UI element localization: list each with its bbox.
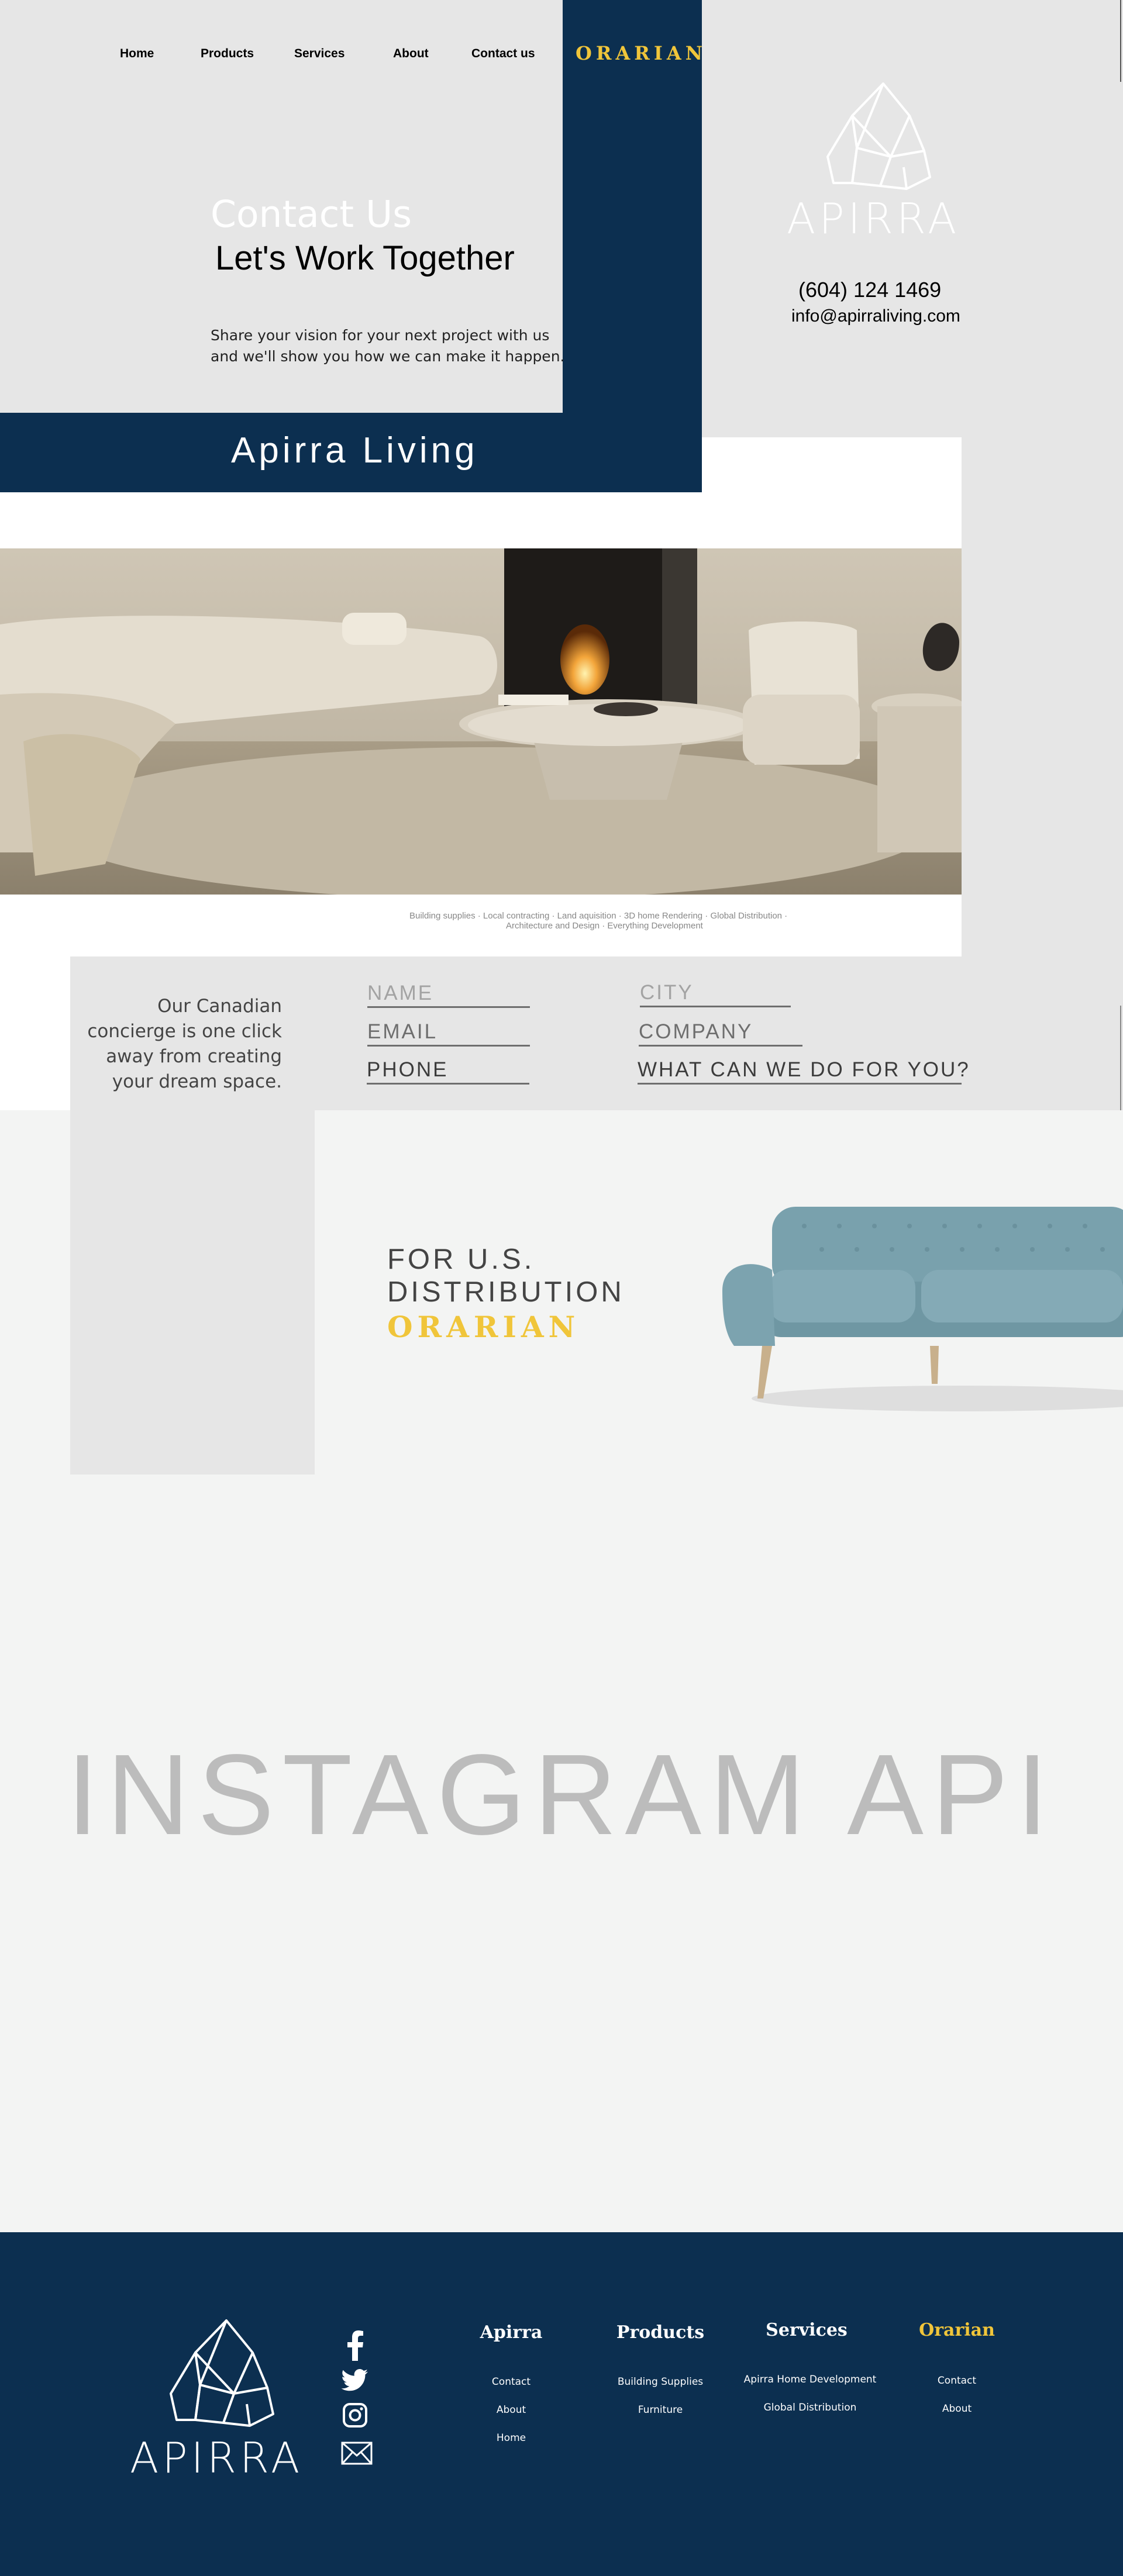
nav-contact-link[interactable]: Contact us [471,47,535,61]
footer-link-home-development[interactable]: Apirra Home Development [744,2374,877,2385]
hero-eyebrow: Contact Us [211,193,412,236]
footer-heading-orarian: Orarian [919,2320,995,2340]
footer-link-orarian-contact[interactable]: Contact [938,2375,976,2387]
nav-products-link[interactable]: Products [201,47,254,61]
hero-subtitle-2: and we'll show you how we can make it ha… [211,348,565,365]
footer-heading-services: Services [766,2320,848,2340]
footer-link-apirra-home[interactable]: Home [497,2432,526,2444]
footer-link-building-supplies[interactable]: Building Supplies [618,2376,703,2388]
band-title: Apirra Living [231,430,478,471]
gray-sidebar-block [70,1110,315,1475]
distribution-line-2: DISTRIBUTION [387,1276,625,1308]
hero-subtitle-1: Share your vision for your next project … [211,327,550,344]
footer-heading-products: Products [616,2322,705,2343]
nav-home-link[interactable]: Home [120,47,154,61]
top-divider [1120,0,1121,82]
footer-logo[interactable]: APIRRA [130,2318,299,2487]
white-panel-bottom [0,895,962,956]
email-field[interactable]: EMAIL [367,1020,530,1047]
concierge-line-4: your dream space. [112,1071,282,1092]
footer-link-apirra-contact[interactable]: Contact [492,2376,531,2388]
hero-title: Let's Work Together [215,239,515,277]
distribution-line-1: FOR U.S. [387,1244,535,1275]
concierge-line-1: Our Canadian [157,996,282,1017]
concierge-line-3: away from creating [106,1046,282,1067]
living-room-photo [0,548,962,895]
footer-heading-apirra: Apirra [480,2322,543,2343]
concierge-text: Our Canadian concierge is one click away… [70,994,282,1094]
footer-link-global-distribution[interactable]: Global Distribution [764,2402,857,2413]
site-footer: APIRRA Apirra Contact About Home Product… [0,2232,1123,2576]
mail-icon[interactable] [341,2442,373,2465]
city-field[interactable]: CITY [640,981,791,1007]
nav-orarian-brand[interactable]: ORARIAN [576,42,707,64]
living-room-illustration [0,548,962,895]
footer-link-furniture[interactable]: Furniture [638,2404,683,2416]
instagram-feed-placeholder: INSTAGRAM API [66,1731,1057,1859]
white-left-strip [0,956,70,1110]
footer-link-orarian-about[interactable]: About [942,2403,972,2415]
twitter-icon[interactable] [341,2369,368,2391]
contact-email[interactable]: info@apirraliving.com [791,306,960,326]
instagram-icon[interactable] [343,2403,367,2427]
contact-phone[interactable]: (604) 124 1469 [798,278,941,302]
right-edge-marker [1120,1006,1121,1117]
company-field[interactable]: COMPANY [639,1020,802,1047]
white-panel-left [0,492,962,548]
sofa-photo [716,1200,1123,1421]
footer-link-apirra-about[interactable]: About [497,2404,526,2416]
nav-about-link[interactable]: About [393,47,429,61]
services-caption-1: Building supplies · Local contracting · … [409,911,788,921]
apirra-logo[interactable]: APIRRA [787,81,956,244]
blue-sofa-illustration [722,1207,1123,1411]
crystal-logo-icon [826,82,931,190]
facebook-icon[interactable] [346,2330,364,2361]
distribution-brand[interactable]: ORARIAN [387,1310,580,1344]
phone-field[interactable]: PHONE [367,1058,529,1085]
concierge-line-2: concierge is one click [87,1021,282,1042]
what-can-we-do-field[interactable]: WHAT CAN WE DO FOR YOU? [638,1058,969,1085]
logo-wordmark: APIRRA [787,194,960,243]
nav-services-link[interactable]: Services [294,47,345,61]
name-field[interactable]: NAME [367,982,530,1008]
services-caption-2: Architecture and Design · Everything Dev… [506,921,703,931]
footer-logo-wordmark: APIRRA [130,2433,304,2482]
crystal-logo-icon [170,2319,274,2427]
